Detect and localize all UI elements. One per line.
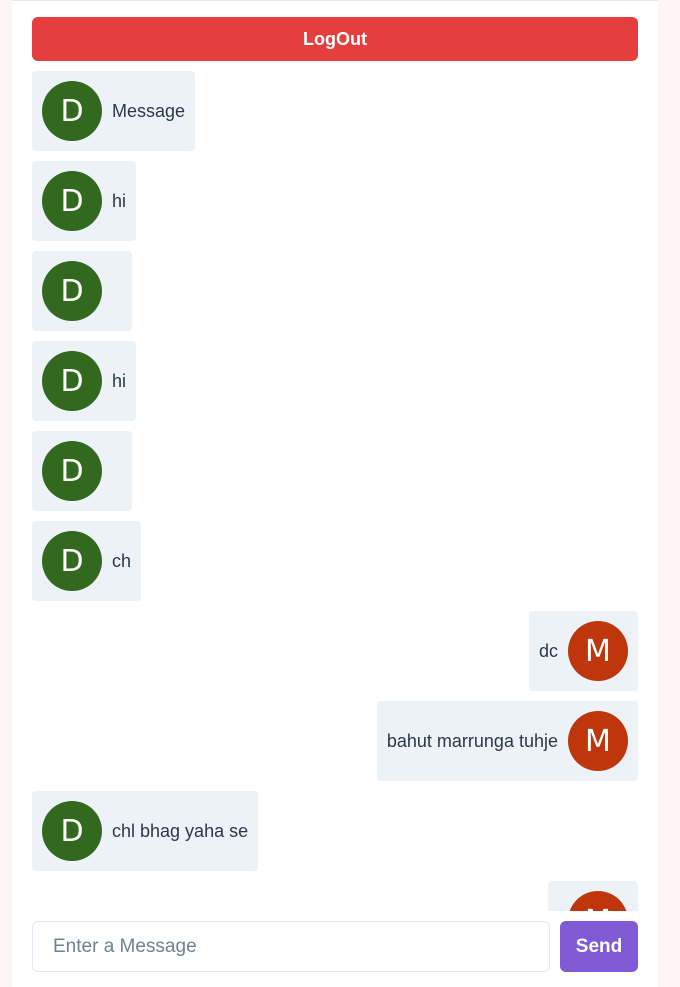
message-text: ch <box>112 550 132 571</box>
avatar[interactable]: D <box>42 531 102 591</box>
message-row: Dhi <box>32 341 638 421</box>
message-bubble: Dchl bhag yaha se <box>32 791 259 871</box>
message-list[interactable]: D Message Dhi D Dhi D Dch dc Mbahut marrunga tuh… <box>32 71 638 911</box>
message-bubble: D <box>32 431 132 511</box>
logout-button[interactable]: LogOut <box>32 17 638 61</box>
message-row: D <box>32 251 638 331</box>
message-row: D Message <box>32 71 638 151</box>
message-text: dc <box>538 640 558 661</box>
message-row: Dchl bhag yaha se <box>32 791 638 871</box>
message-bubble: Dhi <box>32 341 137 421</box>
message-bubble: bahut marrunga tuhje M <box>376 701 638 781</box>
message-row: D <box>32 431 638 511</box>
message-bubble: dc M <box>528 611 638 691</box>
message-row: bahut marrunga tuhje M <box>32 701 638 781</box>
message-text: hi <box>112 190 127 211</box>
avatar[interactable]: D <box>42 171 102 231</box>
message-bubble: Dch <box>32 521 142 601</box>
message-text: bahut marrunga tuhje <box>386 730 558 751</box>
avatar[interactable]: D <box>42 441 102 501</box>
message-text: hi <box>112 370 127 391</box>
message-text: Message <box>112 100 186 121</box>
avatar[interactable]: M <box>568 621 628 681</box>
send-button[interactable]: Send <box>560 921 638 972</box>
message-composer: Send <box>32 921 638 972</box>
message-row: Dch <box>32 521 638 601</box>
avatar[interactable]: M <box>568 891 628 911</box>
avatar[interactable]: M <box>568 711 628 771</box>
message-input[interactable] <box>32 921 550 972</box>
message-bubble: D <box>32 251 132 331</box>
message-row: M <box>32 881 638 911</box>
avatar[interactable]: D <box>42 261 102 321</box>
message-bubble: D Message <box>32 71 196 151</box>
avatar[interactable]: D <box>42 81 102 141</box>
message-bubble: M <box>548 881 638 911</box>
message-text: chl bhag yaha se <box>112 820 249 841</box>
message-row: Dhi <box>32 161 638 241</box>
avatar[interactable]: D <box>42 801 102 861</box>
avatar[interactable]: D <box>42 351 102 411</box>
message-row: dc M <box>32 611 638 691</box>
chat-panel: LogOut D Message Dhi D Dhi D Dch dc Mbahut marru… <box>12 0 658 987</box>
message-bubble: Dhi <box>32 161 137 241</box>
